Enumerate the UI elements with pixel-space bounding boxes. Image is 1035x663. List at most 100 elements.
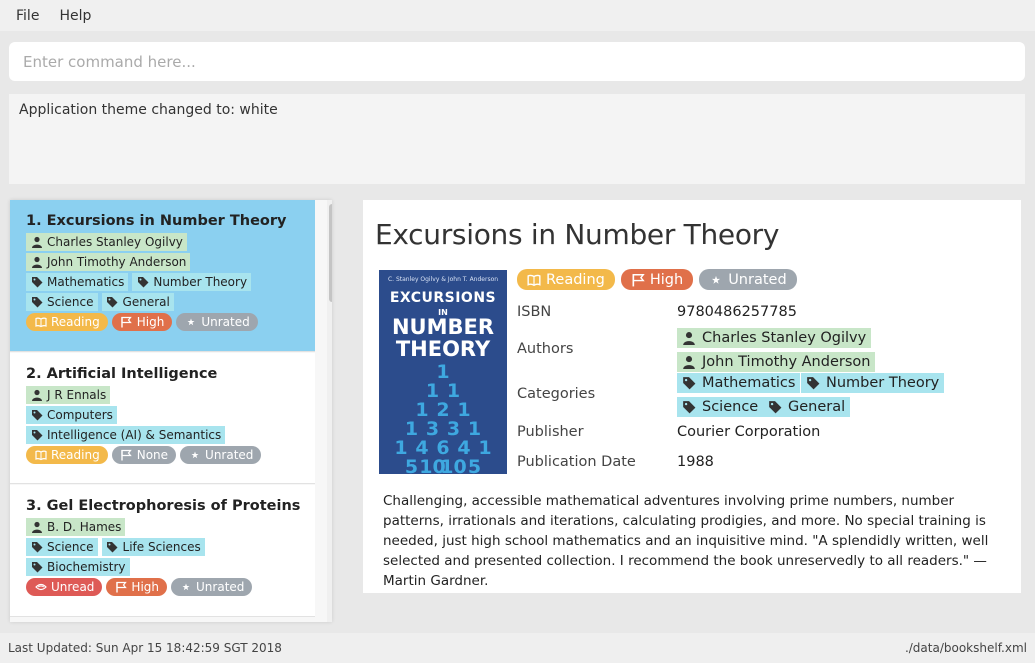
tag-icon [106,541,119,554]
author-chip: John Timothy Anderson [26,253,191,271]
category-chip: General [763,397,851,417]
category-chip: Mathematics [677,373,801,393]
status-label: Unread [51,580,95,594]
flag-icon [631,273,645,287]
category-name: Life Sciences [122,540,201,554]
cover-title-line1: EXCURSIONS [389,290,497,306]
author-name: Charles Stanley Ogilvy [702,330,867,346]
list-scrollbar-thumb[interactable] [329,204,332,302]
menu-bar: File Help [0,0,1035,31]
book-card-title: 1. Excursions in Number Theory [26,213,287,229]
category-chip: Science [677,397,764,417]
status-badge: Unread [26,578,103,596]
status-label: Reading [51,315,100,329]
open-book-icon [34,449,47,462]
tag-icon [30,409,43,422]
rating-label: Unrated [205,448,254,462]
tag-icon [682,400,696,414]
menu-file[interactable]: File [6,8,49,24]
category-name: Intelligence (AI) & Semantics [47,428,222,442]
flag-icon [114,581,127,594]
command-input[interactable] [23,52,1025,71]
person-icon [682,331,696,345]
rating-label: Unrated [728,271,787,288]
person-icon [30,256,43,269]
book-description: Challenging, accessible mathematical adv… [383,493,989,589]
category-chip: Science [26,538,98,556]
rating-badge: Unrated [171,578,253,596]
star-icon [709,273,723,287]
status-label: Reading [546,271,605,288]
tag-icon [30,276,43,289]
publication-date-value: 1988 [677,454,714,470]
command-box [9,42,1025,81]
priority-badge: High [106,578,168,596]
rating-label: Unrated [201,315,250,329]
category-chip: Life Sciences [101,538,205,556]
priority-badge: None [111,446,177,464]
cover-number: 10 [440,456,466,474]
category-name: Number Theory [153,275,248,289]
detail-title: Excursions in Number Theory [375,218,780,251]
category-name: Biochemistry [47,560,126,574]
author-chip: Charles Stanley Ogilvy [26,233,187,251]
category-chip: Number Theory [801,373,945,393]
priority-badge: High [111,313,173,331]
closed-book-icon [34,581,47,594]
book-card-2[interactable]: 2. Artificial Intelligence J R Ennals Co… [10,353,315,484]
author-chip: B. D. Hames [26,518,126,536]
isbn-label: ISBN [517,304,552,320]
tag-icon [106,296,119,309]
star-icon [184,316,197,329]
category-chip: Mathematics [26,273,129,291]
category-chip: Biochemistry [26,558,130,576]
open-book-icon [527,273,541,287]
cover-number: 5 [468,456,481,474]
author-chip: John Timothy Anderson [677,352,876,372]
last-updated-text: Last Updated: Sun Apr 15 18:42:59 SGT 20… [8,641,282,655]
tag-icon [136,276,149,289]
isbn-value: 9780486257785 [677,304,797,320]
category-name: Science [47,295,94,309]
category-name: Number Theory [826,375,940,391]
cover-number: 5 [405,456,418,474]
flag-icon [120,316,133,329]
publisher-label: Publisher [517,424,584,440]
open-book-icon [34,316,47,329]
flag-icon [120,449,133,462]
author-name: John Timothy Anderson [47,255,187,269]
cover-title-line3: NUMBER [391,315,495,339]
tag-icon [768,400,782,414]
category-chip: Science [26,293,98,311]
categories-label: Categories [517,386,596,402]
book-card-1[interactable]: 1. Excursions in Number Theory Charles S… [10,200,315,352]
cover-authors: C. Stanley Ogilvy & John T. Anderson [387,276,499,283]
status-badge: Reading [26,313,108,331]
category-name: General [788,399,846,415]
person-icon [30,236,43,249]
book-list-panel: 1. Excursions in Number Theory Charles S… [10,200,332,622]
priority-label: None [136,448,169,462]
priority-label: High [136,315,165,329]
category-chip: Computers [26,406,117,424]
publication-date-label: Publication Date [517,454,636,470]
category-chip: General [101,293,174,311]
status-bar: Last Updated: Sun Apr 15 18:42:59 SGT 20… [0,633,1035,663]
author-chip: J R Ennals [26,386,111,404]
category-name: Science [702,399,759,415]
status-badge: Reading [26,446,108,464]
detail-badges: Reading High Unrated [517,269,797,290]
star-icon [179,581,192,594]
author-chip: Charles Stanley Ogilvy [677,328,872,348]
book-card-3[interactable]: 3. Gel Electrophoresis of Proteins B. D.… [10,485,315,617]
category-name: Mathematics [47,275,125,289]
cover-title-line4: THEORY [395,337,491,361]
tag-icon [30,541,43,554]
menu-help[interactable]: Help [49,8,101,24]
priority-label: High [131,580,160,594]
category-name: Mathematics [702,375,796,391]
priority-badge: High [620,269,694,290]
book-cover: C. Stanley Ogilvy & John T. Anderson EXC… [379,270,507,474]
person-icon [30,389,43,402]
rating-badge: Unrated [699,269,797,290]
